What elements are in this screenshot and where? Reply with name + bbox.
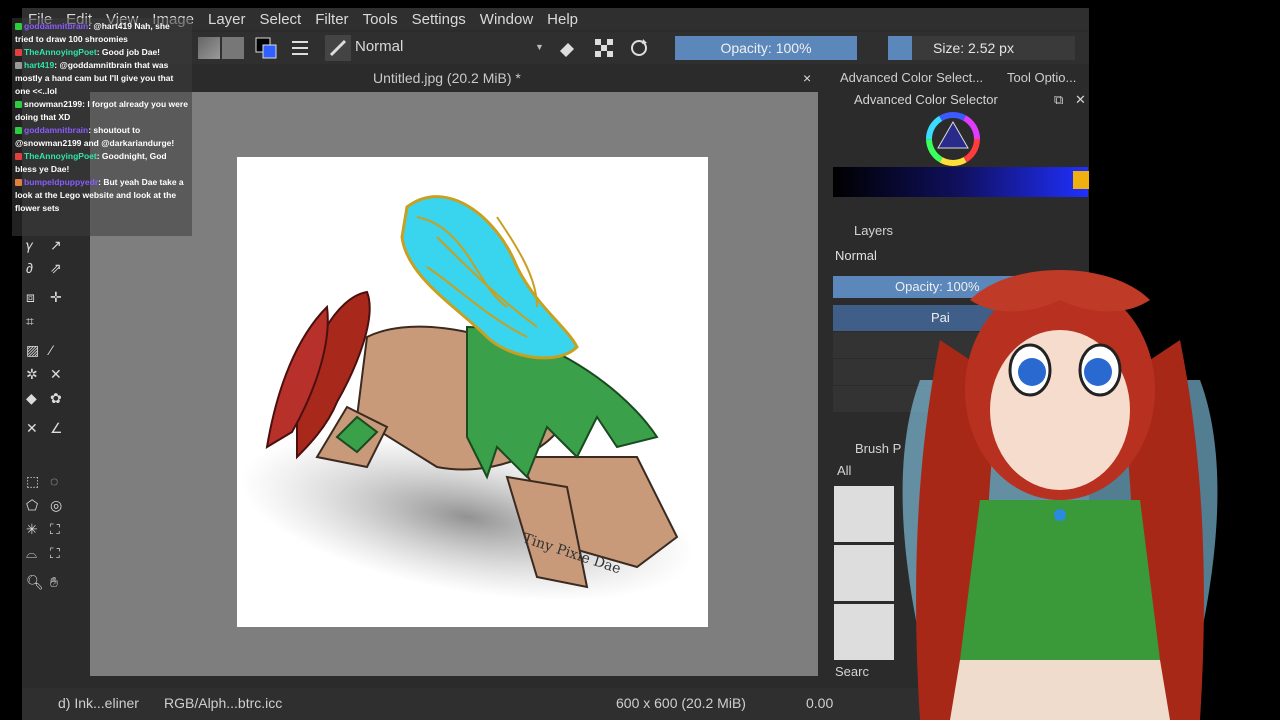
rect-select-icon[interactable]: ⬚ xyxy=(26,473,39,490)
similar-select-icon[interactable]: ⛶ xyxy=(50,521,60,538)
color-panel-title: Advanced Color Selector xyxy=(854,92,998,107)
magnetic-select-icon[interactable]: ⛶ xyxy=(50,545,60,562)
chat-text: : Good job Dae! xyxy=(96,47,161,57)
fill-tool-icon[interactable]: ◆ xyxy=(26,390,37,407)
chat-username: TheAnnoyingPoet xyxy=(24,151,97,161)
chat-message: bumpeldpuppyedr: But yeah Dae take a loo… xyxy=(15,176,189,215)
menu-window[interactable]: Window xyxy=(480,11,533,28)
brush-presets-icon[interactable] xyxy=(289,37,311,59)
chat-username: bumpeldpuppyedr xyxy=(24,177,99,187)
menu-tools[interactable]: Tools xyxy=(363,11,398,28)
status-dimensions: 600 x 600 (20.2 MiB) xyxy=(616,695,746,711)
alpha-lock-icon[interactable] xyxy=(593,37,615,59)
freehand-path-icon[interactable]: ↗ xyxy=(50,237,62,254)
brush-filter-select[interactable]: All xyxy=(837,463,851,478)
gradient-tool-icon[interactable]: ▨ xyxy=(26,342,39,359)
eraser-icon[interactable] xyxy=(556,37,578,59)
multibrush-icon[interactable]: ✿ xyxy=(50,390,62,407)
chat-message: TheAnnoyingPoet: Good job Dae! xyxy=(15,46,189,59)
menu-help[interactable]: Help xyxy=(547,11,578,28)
pan-tool-icon[interactable]: ✋︎ xyxy=(50,574,58,591)
dynamic-brush-icon[interactable]: ⇗ xyxy=(50,260,62,277)
chat-message: goddamnitbrain: @hart419 Nah, she tried … xyxy=(15,20,189,46)
chat-username: TheAnnoyingPoet xyxy=(24,47,97,57)
gradient-swatch-icon[interactable] xyxy=(222,37,244,59)
brush-search-input[interactable]: Searc xyxy=(835,664,869,679)
status-color-profile: RGB/Alph...btrc.icc xyxy=(164,695,283,711)
freehand-select-icon[interactable]: ◎ xyxy=(50,497,62,514)
chat-message: goddamnitbrain: shoutout to @snowman2199… xyxy=(15,124,189,150)
chevron-down-icon: ▼ xyxy=(535,42,544,52)
size-slider-fill xyxy=(888,36,912,60)
brush-editor-icon[interactable] xyxy=(325,35,351,61)
zoom-tool-icon[interactable]: 🔍︎ xyxy=(26,574,44,591)
crop-tool-icon[interactable]: ⌗ xyxy=(26,313,34,330)
chat-message: snowman2199: I forgot already you were d… xyxy=(15,98,189,124)
color-picker-icon[interactable]: ⁄ xyxy=(50,342,52,358)
color-wheel[interactable] xyxy=(926,112,980,166)
stream-chat-overlay: goddamnitbrain: @hart419 Nah, she tried … xyxy=(12,18,192,236)
screen: File Edit View Image Layer Select Filter… xyxy=(0,0,1280,720)
drawing-canvas[interactable]: Tiny Pixie Dae xyxy=(237,157,708,627)
layers-title: Layers xyxy=(854,223,894,238)
transform-tool-icon[interactable]: ⧈ xyxy=(26,289,35,306)
opacity-slider[interactable]: Opacity: 100% xyxy=(675,36,857,60)
move-tool-icon[interactable]: ✛ xyxy=(50,289,62,306)
polygon-select-icon[interactable]: ⬠ xyxy=(26,497,38,514)
close-icon[interactable]: × xyxy=(803,70,811,86)
fg-bg-color-icon[interactable] xyxy=(254,36,277,59)
contiguous-select-icon[interactable]: ✳ xyxy=(26,521,38,538)
chat-username: goddamnitbrain xyxy=(24,125,89,135)
menu-select[interactable]: Select xyxy=(260,11,302,28)
bezier-tool-icon[interactable]: 𝛾 xyxy=(26,237,33,254)
bezier-select-icon[interactable]: ⌓ xyxy=(26,545,37,562)
vtuber-avatar xyxy=(880,260,1240,720)
menu-filter[interactable]: Filter xyxy=(315,11,348,28)
chat-username: snowman2199 xyxy=(24,99,83,109)
chat-message: hart419: @goddamnitbrain that was mostly… xyxy=(15,59,189,98)
chat-username: hart419 xyxy=(24,60,55,70)
layers-blend-select[interactable]: Normal xyxy=(835,248,877,263)
menu-settings[interactable]: Settings xyxy=(412,11,466,28)
measure-tool-icon[interactable]: ∠ xyxy=(50,420,63,437)
size-slider[interactable]: Size: 2.52 px xyxy=(888,36,1075,60)
color-history-strip[interactable] xyxy=(833,167,1088,197)
pattern-swatch-icon[interactable] xyxy=(198,37,220,59)
chat-message: TheAnnoyingPoet: Goodnight, God bless ye… xyxy=(15,150,189,176)
smart-patch-icon[interactable]: ✲ xyxy=(26,366,38,383)
current-color-swatch xyxy=(1073,171,1089,189)
blend-mode-select[interactable]: Normal xyxy=(355,38,403,55)
tab-advanced-color-selector[interactable]: Advanced Color Select... xyxy=(840,70,983,85)
status-brush-name: d) Ink...eliner xyxy=(58,695,139,711)
chat-username: goddamnitbrain xyxy=(24,21,89,31)
status-rotation[interactable]: 0.00 xyxy=(806,695,833,711)
assistant-tool-icon[interactable]: ✕ xyxy=(50,366,62,383)
menu-layer[interactable]: Layer xyxy=(208,11,246,28)
fairy-artwork: Tiny Pixie Dae xyxy=(240,195,694,601)
float-icon[interactable]: ⧉ xyxy=(1054,92,1063,108)
document-tab-title[interactable]: Untitled.jpg (20.2 MiB) * xyxy=(373,70,521,86)
reload-preset-icon[interactable] xyxy=(628,37,650,59)
ellipse-select-icon[interactable]: ◌ xyxy=(50,473,58,489)
close-icon[interactable]: ✕ xyxy=(1075,92,1086,108)
reference-tool-icon[interactable]: ✕ xyxy=(26,420,38,437)
polyline-tool-icon[interactable]: ∂ xyxy=(26,260,33,276)
tab-tool-options[interactable]: Tool Optio... xyxy=(1007,70,1076,85)
